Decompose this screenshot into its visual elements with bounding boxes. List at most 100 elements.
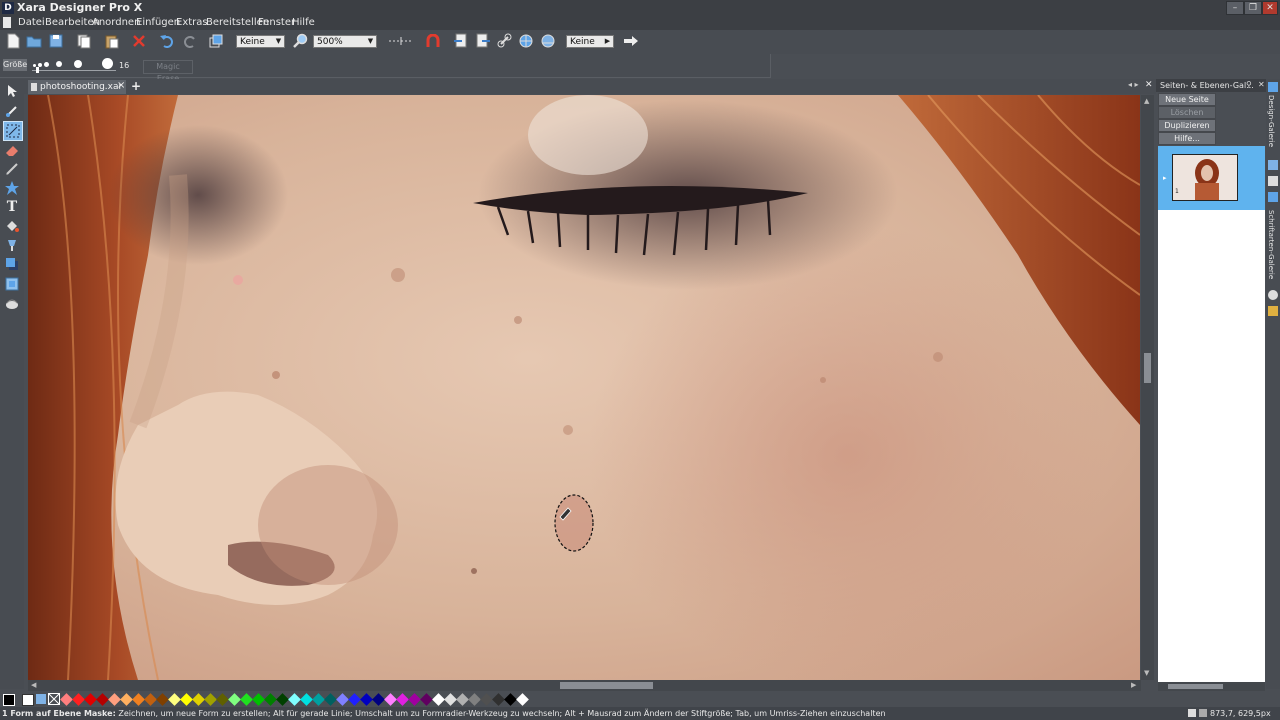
palette-menu-icon[interactable]	[3, 694, 15, 706]
add-tab-icon[interactable]: +	[131, 79, 141, 93]
undo-icon[interactable]	[158, 32, 176, 50]
no-color-icon[interactable]	[48, 693, 60, 705]
redo-icon[interactable]	[181, 32, 199, 50]
color-gallery-icon[interactable]	[1268, 290, 1278, 300]
zoom-select[interactable]: 500% ▼	[313, 35, 377, 48]
paste-icon[interactable]	[103, 32, 121, 50]
panel-help-button[interactable]: Hilfe...	[1158, 132, 1216, 145]
delete-icon[interactable]	[130, 32, 148, 50]
menu-fenster[interactable]: Fenster	[258, 17, 295, 28]
selector-tool-icon[interactable]	[3, 82, 21, 100]
horizontal-scroll-thumb[interactable]	[560, 682, 653, 689]
link-icon[interactable]	[496, 32, 514, 50]
eraser-tool-icon[interactable]	[3, 141, 21, 159]
duplicate-page-button[interactable]: Duplizieren	[1158, 119, 1216, 132]
snap-grid-icon[interactable]	[388, 32, 414, 50]
size-preset-4[interactable]	[56, 61, 62, 67]
shape-eraser-tool-icon[interactable]	[3, 121, 23, 141]
zoom-icon[interactable]	[292, 32, 310, 50]
eyedropper-icon[interactable]	[36, 694, 46, 704]
star-tool-icon[interactable]	[3, 179, 21, 197]
copy-icon[interactable]	[75, 32, 93, 50]
tab-photoshooting[interactable]: photoshooting.xar *	[28, 80, 126, 106]
bitmap-gallery-icon[interactable]	[1268, 176, 1278, 186]
new-page-button[interactable]: Neue Seite	[1158, 93, 1216, 106]
menu-anordnen[interactable]: Anordnen	[92, 17, 140, 28]
status-message-hint: Zeichnen, um neue Form zu erstellen; Alt…	[115, 709, 886, 718]
text-tool-icon[interactable]: T	[3, 198, 21, 216]
web-publish-icon[interactable]	[517, 32, 535, 50]
horizontal-scrollbar[interactable]: ◀ ▶	[28, 680, 1141, 691]
tab-close-icon[interactable]: ×	[117, 80, 125, 91]
menu-bar: Datei Bearbeiten Anordnen Einfügen Extra…	[0, 16, 1280, 30]
panel-close-icon[interactable]: ✕	[1258, 80, 1265, 89]
menu-hilfe[interactable]: Hilfe	[292, 17, 315, 28]
magic-erase-button[interactable]: Magic Erase	[143, 60, 193, 83]
scroll-up-icon[interactable]: ▲	[1144, 97, 1149, 105]
photo-canvas[interactable]	[28, 95, 1140, 680]
scroll-right-icon[interactable]: ▶	[1131, 681, 1136, 689]
line-gallery-icon[interactable]	[1268, 192, 1278, 202]
scroll-left-icon[interactable]: ◀	[31, 681, 36, 689]
panel-title: Seiten- & Ebenen-Gal...	[1160, 81, 1254, 90]
feather-select[interactable]: Keine ▶	[566, 35, 614, 48]
transparency-tool-icon[interactable]	[3, 236, 21, 254]
panel-scroll-thumb[interactable]	[1168, 684, 1223, 689]
blend-tool-icon[interactable]	[3, 295, 21, 313]
new-document-icon[interactable]	[4, 32, 22, 50]
quality-select[interactable]: Keine ▼	[236, 35, 285, 48]
clipart-gallery-icon[interactable]	[1268, 306, 1278, 316]
menu-datei[interactable]: Datei	[18, 17, 45, 28]
size-label: Größe	[3, 59, 28, 71]
delete-page-button[interactable]: Löschen	[1158, 106, 1216, 119]
open-folder-icon[interactable]	[25, 32, 43, 50]
menu-extras[interactable]: Extras	[176, 17, 208, 28]
close-icon[interactable]: ✕	[1262, 1, 1278, 15]
contour-tool-icon[interactable]	[3, 102, 21, 120]
magnet-icon[interactable]	[424, 32, 442, 50]
color-picker-icon[interactable]	[22, 694, 34, 706]
expand-arrow-icon[interactable]: ▸	[1163, 174, 1167, 182]
pages-list	[1158, 146, 1265, 682]
panel-close-icon[interactable]: ✕	[1145, 80, 1153, 90]
gallery-tab-strip	[1266, 79, 1280, 689]
layer-gallery-icon[interactable]	[1268, 160, 1278, 170]
pin-icon[interactable]: ⚲	[1246, 80, 1252, 89]
size-preset-3[interactable]	[44, 62, 49, 67]
pen-tool-icon[interactable]	[3, 160, 21, 178]
document-icon	[31, 83, 37, 91]
fill-tool-icon[interactable]	[3, 217, 21, 235]
page-thumbnail[interactable]	[1172, 154, 1238, 201]
import-icon[interactable]	[452, 32, 470, 50]
feather-select-value: Keine	[570, 37, 595, 47]
size-preset-6[interactable]	[102, 58, 113, 69]
cursor-position-icon	[1199, 709, 1207, 717]
transform-icon[interactable]	[207, 32, 225, 50]
scroll-down-icon[interactable]: ▼	[1144, 669, 1149, 677]
page-gallery-icon[interactable]	[1268, 82, 1278, 92]
fonts-gallery-tab[interactable]: Schriftarten-Galerie	[1267, 210, 1275, 279]
preview-globe-icon[interactable]	[539, 32, 557, 50]
document-icon[interactable]	[3, 17, 11, 28]
panel-collapse-icon[interactable]: ◂ ▸	[1128, 80, 1139, 89]
export-icon[interactable]	[474, 32, 492, 50]
app-logo-icon: D	[2, 2, 14, 14]
size-slider-handle[interactable]	[36, 67, 39, 73]
status-message: 1 Form auf Ebene Maske: Zeichnen, um neu…	[2, 709, 886, 718]
shadow-tool-icon[interactable]	[3, 255, 21, 273]
save-icon[interactable]	[47, 32, 65, 50]
size-preset-5[interactable]	[74, 60, 82, 68]
chevron-down-icon: ▼	[367, 37, 374, 45]
chevron-down-icon: ▼	[275, 37, 282, 45]
design-gallery-tab[interactable]: Design-Galerie	[1267, 95, 1275, 147]
size-slider-track[interactable]	[32, 70, 116, 71]
bevel-tool-icon[interactable]	[3, 275, 21, 293]
vertical-scrollbar[interactable]: ▲ ▼	[1141, 95, 1154, 680]
panel-scrollbar[interactable]	[1158, 682, 1265, 691]
minimize-icon[interactable]: –	[1226, 1, 1244, 15]
vertical-scroll-thumb[interactable]	[1144, 353, 1151, 383]
menu-einfuegen[interactable]: Einfügen	[136, 17, 180, 28]
zoom-select-value: 500%	[317, 37, 343, 47]
restore-icon[interactable]: ❐	[1244, 1, 1262, 15]
arrow-right-icon[interactable]	[622, 32, 640, 50]
